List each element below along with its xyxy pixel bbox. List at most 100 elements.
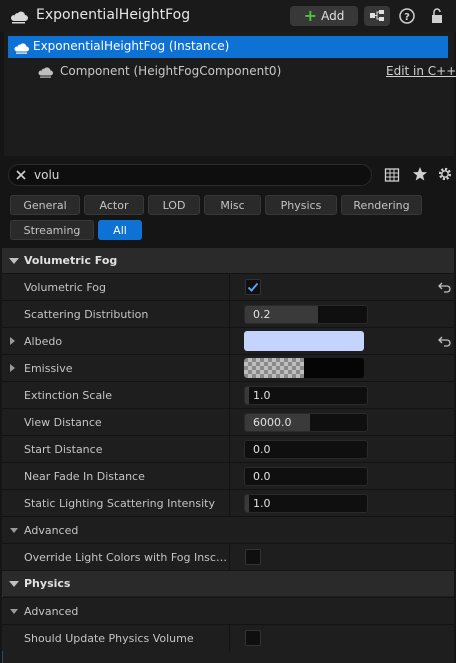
search-input[interactable] <box>34 165 364 185</box>
numeric-value: 0.0 <box>253 470 271 483</box>
hierarchy-icon <box>370 10 384 21</box>
numeric-value: 1.0 <box>253 389 271 402</box>
column-divider[interactable] <box>229 436 230 463</box>
category-volumetric-fog[interactable]: Volumetric Fog <box>2 247 454 273</box>
tab-actor[interactable]: Actor <box>84 195 144 215</box>
slider-fill <box>245 495 249 512</box>
tab-streaming[interactable]: Streaming <box>10 220 94 240</box>
view-distance-input[interactable]: 6000.0 <box>244 413 368 432</box>
column-divider[interactable] <box>229 544 230 571</box>
category-label: Volumetric Fog <box>24 254 118 267</box>
tree-item-label: ExponentialHeightFog (Instance) <box>33 39 230 53</box>
tab-general[interactable]: General <box>10 195 80 215</box>
reset-to-default-icon[interactable] <box>438 335 452 347</box>
help-icon[interactable]: ? <box>398 7 416 25</box>
slider-fill <box>245 387 249 404</box>
property-row-override-light-colors: Override Light Colors with Fog Inscatte.… <box>2 543 454 571</box>
numeric-value: 1.0 <box>253 497 271 510</box>
property-row-view-distance: View Distance 6000.0 <box>2 408 454 436</box>
static-lighting-scattering-intensity-input[interactable]: 1.0 <box>244 494 368 513</box>
tab-lod[interactable]: LOD <box>148 195 200 215</box>
property-row-static-lighting-scattering-intensity: Static Lighting Scattering Intensity 1.0 <box>2 489 454 517</box>
property-row-extinction-scale: Extinction Scale 1.0 <box>2 381 454 409</box>
property-row-start-distance: Start Distance 0.0 <box>2 435 454 463</box>
column-divider[interactable] <box>229 490 230 517</box>
numeric-value: 0.2 <box>253 308 271 321</box>
property-name: Extinction Scale <box>24 389 113 402</box>
property-name: Albedo <box>24 335 63 348</box>
column-divider[interactable] <box>229 382 230 409</box>
column-divider[interactable] <box>229 274 230 301</box>
actor-title: ExponentialHeightFog <box>36 7 191 23</box>
subcategory-advanced[interactable]: Advanced <box>2 516 454 543</box>
category-label: Physics <box>24 577 71 590</box>
fog-actor-icon <box>11 11 28 24</box>
should-update-physics-volume-checkbox[interactable] <box>245 630 261 646</box>
property-name: Start Distance <box>24 443 103 456</box>
property-name: Near Fade In Distance <box>24 470 145 483</box>
chevron-down-icon <box>9 258 19 264</box>
tab-rendering[interactable]: Rendering <box>341 195 422 215</box>
numeric-value: 6000.0 <box>253 416 292 429</box>
override-light-colors-checkbox[interactable] <box>245 549 261 565</box>
property-name: Should Update Physics Volume <box>24 632 194 645</box>
property-name: Override Light Colors with Fog Inscatte.… <box>24 551 228 564</box>
chevron-down-icon <box>10 528 18 533</box>
property-name: Scattering Distribution <box>24 308 149 321</box>
close-icon[interactable] <box>14 168 28 182</box>
tree-item-component[interactable]: Component (HeightFogComponent0) <box>8 60 448 82</box>
gear-icon[interactable] <box>436 165 454 183</box>
tree-item-label: Component (HeightFogComponent0) <box>60 64 282 78</box>
column-divider[interactable] <box>229 463 230 490</box>
tab-all[interactable]: All <box>98 220 142 240</box>
extinction-scale-input[interactable]: 1.0 <box>244 386 368 405</box>
add-button-label: Add <box>321 9 345 23</box>
tree-item-instance[interactable]: ExponentialHeightFog (Instance) <box>8 36 448 58</box>
fog-component-icon <box>38 67 53 78</box>
chevron-down-icon <box>10 609 18 614</box>
start-distance-input[interactable]: 0.0 <box>244 440 368 459</box>
column-divider[interactable] <box>229 625 230 652</box>
property-row-albedo: Albedo <box>2 327 454 355</box>
column-divider[interactable] <box>229 328 230 355</box>
reset-to-default-icon[interactable] <box>438 281 452 293</box>
property-row-should-update-physics-volume: Should Update Physics Volume <box>2 624 454 652</box>
subcategory-label: Advanced <box>24 524 79 537</box>
blueprint-button[interactable] <box>364 6 390 26</box>
column-divider[interactable] <box>229 355 230 382</box>
plus-icon: + <box>303 6 318 25</box>
property-row-scattering-distribution: Scattering Distribution 0.2 <box>2 300 454 328</box>
star-icon[interactable] <box>411 165 429 183</box>
property-name: Volumetric Fog <box>24 281 106 294</box>
lock-icon[interactable] <box>428 7 446 25</box>
albedo-color-swatch[interactable] <box>244 331 364 351</box>
category-physics[interactable]: Physics <box>2 570 454 596</box>
fog-actor-icon <box>14 43 29 54</box>
volumetric-fog-checkbox[interactable] <box>245 279 261 295</box>
tab-misc[interactable]: Misc <box>204 195 261 215</box>
chevron-right-icon[interactable] <box>10 337 15 345</box>
property-name: Emissive <box>24 362 73 375</box>
property-row-near-fade-in-distance: Near Fade In Distance 0.0 <box>2 462 454 490</box>
scattering-distribution-input[interactable]: 0.2 <box>244 305 368 324</box>
property-name: View Distance <box>24 416 102 429</box>
numeric-value: 0.0 <box>253 443 271 456</box>
checker-alpha-preview <box>244 358 304 378</box>
property-row-volumetric-fog: Volumetric Fog <box>2 273 454 301</box>
svg-text:?: ? <box>404 12 410 23</box>
add-component-button[interactable]: + Add <box>290 6 358 26</box>
column-divider[interactable] <box>229 301 230 328</box>
edit-in-cpp-link[interactable]: Edit in C++ <box>386 64 456 78</box>
subcategory-label: Advanced <box>24 605 79 618</box>
chevron-down-icon <box>9 581 19 587</box>
property-name: Static Lighting Scattering Intensity <box>24 497 215 510</box>
near-fade-in-distance-input[interactable]: 0.0 <box>244 467 368 486</box>
column-divider[interactable] <box>229 409 230 436</box>
emissive-color-swatch[interactable] <box>244 358 364 378</box>
checkmark-icon <box>247 282 259 292</box>
table-view-icon[interactable] <box>384 167 400 183</box>
tab-physics[interactable]: Physics <box>265 195 337 215</box>
chevron-right-icon[interactable] <box>10 364 15 372</box>
subcategory-advanced[interactable]: Advanced <box>2 597 454 624</box>
property-row-emissive: Emissive <box>2 354 454 382</box>
